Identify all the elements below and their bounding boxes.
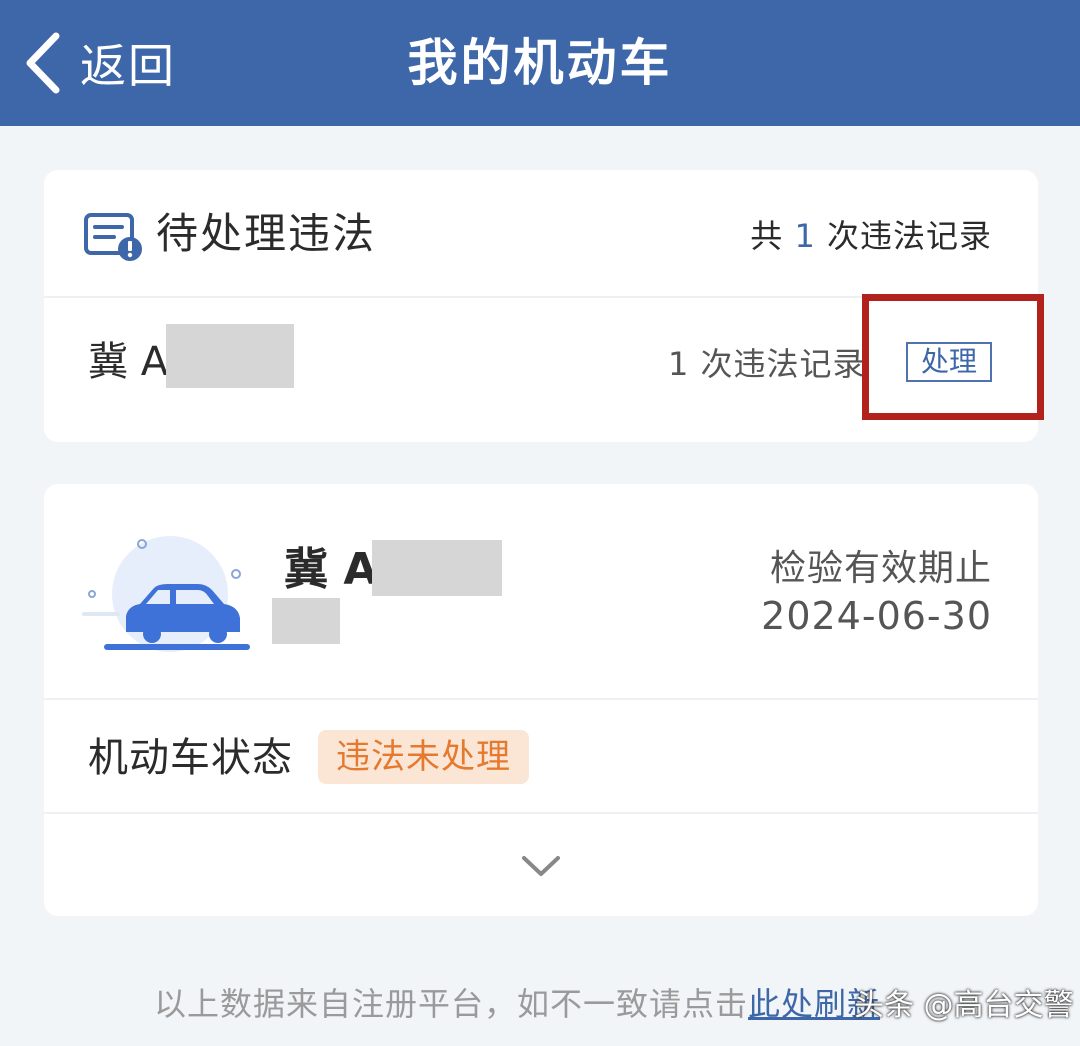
violations-title: 待处理违法 [156,209,377,258]
footer-text: 以上数据来自注册平台，如不一致请点击 [154,985,749,1023]
total-count: 1 [794,217,816,255]
highlight-annotation [862,294,1044,420]
privacy-mask [272,598,340,644]
vehicle-card: 冀 A( 检验有效期止 2024-06-30 机动车状态 违法未处理 [44,484,1038,916]
privacy-mask [372,540,502,596]
inspection-valid-label: 检验有效期止 [769,548,992,589]
car-illustration [82,536,250,652]
page-title: 我的机动车 [407,34,673,92]
privacy-mask [166,324,294,388]
watermark: 头条 @高台交警 [854,988,1074,1023]
footer-note: 以上数据来自注册平台，如不一致请点击此处刷新 [154,982,880,1026]
app-header: 返回 我的机动车 [0,0,1080,126]
violation-count: 1 次违法记录 [668,345,866,383]
violations-total: 共 1 次违法记录 [750,214,992,258]
status-badge: 违法未处理 [318,730,529,784]
violations-header: 待处理违法 共 1 次违法记录 [44,170,1038,298]
inspection-valid-date: 2024-06-30 [761,594,992,638]
total-suffix: 次违法记录 [815,217,992,255]
total-prefix: 共 [750,217,795,255]
document-alert-icon [84,213,142,261]
divider [44,698,1038,700]
divider [44,812,1038,814]
chevron-down-icon[interactable] [516,846,566,886]
vehicle-status-label: 机动车状态 [88,735,293,781]
